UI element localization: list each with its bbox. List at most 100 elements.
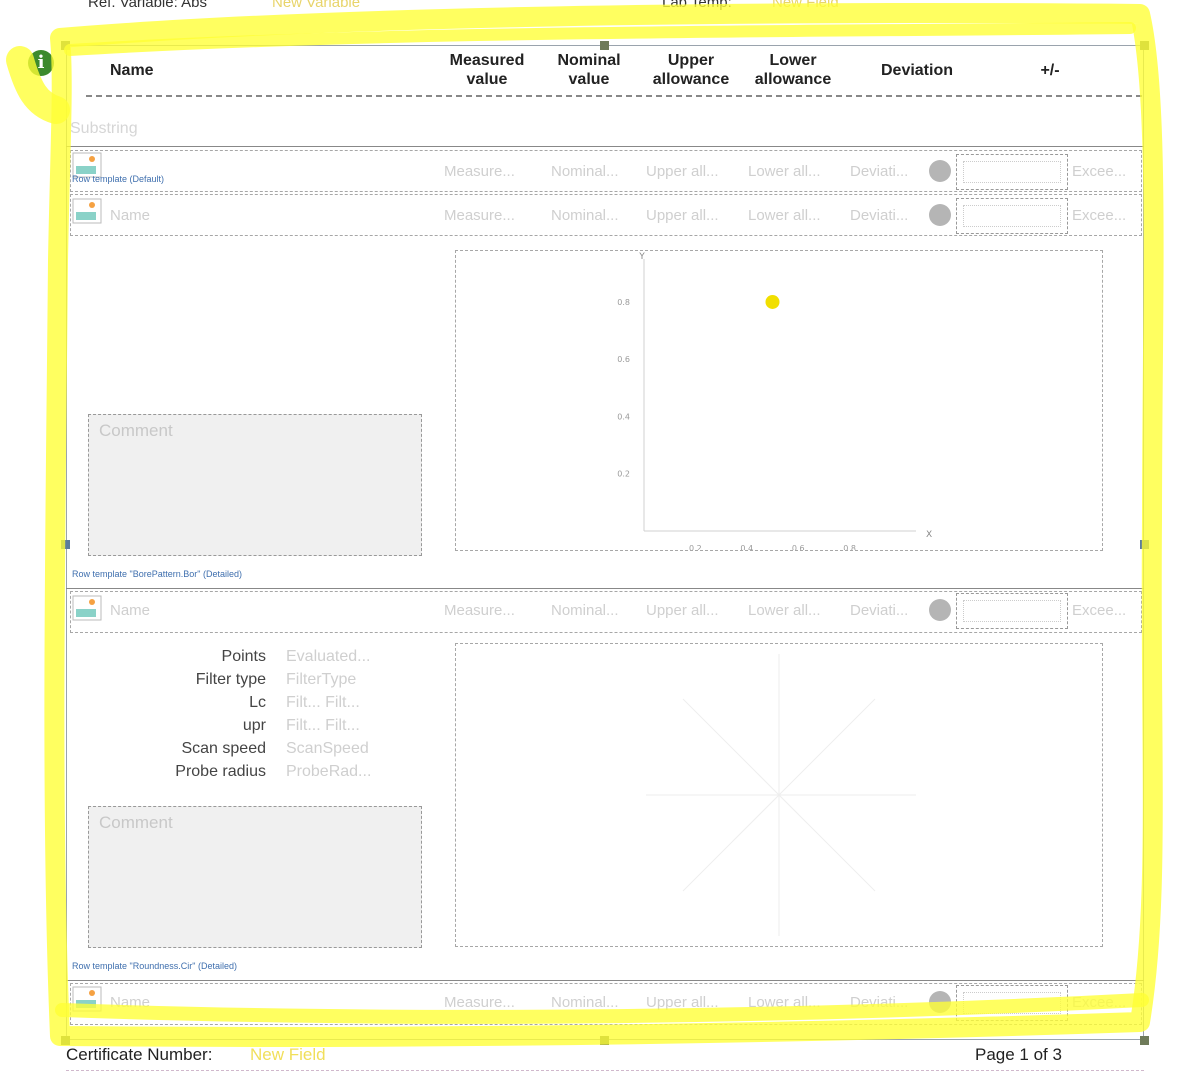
status-indicator [929, 599, 951, 621]
measured-placeholder: Measure... [444, 994, 515, 1011]
tolerance-bar [956, 593, 1068, 629]
comment-box[interactable]: Comment [88, 414, 422, 556]
parameter-row: Filter type FilterType [86, 671, 406, 693]
page-edge-line [66, 1070, 1144, 1071]
row-template-icon [72, 595, 102, 623]
x-tick-label: 0.8 [843, 544, 856, 550]
parameter-value: FilterType [286, 671, 357, 688]
row-template-icon [72, 986, 102, 1014]
roundness-plot-graphic [646, 654, 916, 936]
lower-placeholder: Lower all... [748, 163, 821, 180]
deviation-placeholder: Deviati... [850, 163, 909, 180]
deviation-placeholder: Deviati... [850, 207, 909, 224]
parameter-label: Points [221, 648, 266, 665]
deviation-placeholder: Deviati... [850, 994, 909, 1011]
nominal-placeholder: Nominal... [551, 163, 619, 180]
resize-handle-top-left[interactable] [61, 41, 70, 50]
data-point [765, 294, 780, 309]
certificate-number-label: Certificate Number: [66, 1045, 213, 1064]
parameter-row: Scan speed ScanSpeed [86, 740, 406, 762]
y-tick-label: 0.4 [617, 412, 630, 421]
header-separator [86, 95, 1142, 97]
parameter-label: Lc [249, 694, 266, 711]
parameter-label: upr [242, 717, 266, 734]
parameter-value: Evaluated... [286, 648, 371, 665]
col-header-upper: Upper allowance [652, 52, 730, 88]
lower-placeholder: Lower all... [748, 994, 821, 1011]
ref-variable-label: Ref. Variable: Abs [88, 0, 207, 11]
tolerance-bar [956, 198, 1068, 234]
nominal-placeholder: Nominal... [551, 207, 619, 224]
comment-box[interactable]: Comment [88, 806, 422, 948]
resize-handle-right[interactable] [1140, 540, 1149, 549]
y-tick-label: 0.6 [617, 355, 630, 364]
parameter-value: Filt... Filt... [286, 694, 360, 711]
certificate-number-field[interactable]: New Field [250, 1045, 326, 1065]
exceed-placeholder: Excee... [1072, 994, 1127, 1011]
col-header-lower: Lower allowance [754, 52, 832, 88]
lower-placeholder: Lower all... [748, 602, 821, 619]
row-template-label: Row template "BorePattern.Bor" (Detailed… [72, 569, 242, 579]
y-tick-label: 0.8 [617, 298, 630, 307]
info-icon[interactable]: i [28, 50, 54, 76]
tolerance-bar [956, 985, 1068, 1021]
exceed-placeholder: Excee... [1072, 163, 1127, 180]
parameter-label: Probe radius [175, 763, 266, 780]
lower-placeholder: Lower all... [748, 207, 821, 224]
col-header-measured: Measured value [449, 52, 525, 88]
resize-handle-left[interactable] [61, 540, 70, 549]
tolerance-bar [956, 154, 1068, 190]
status-indicator [929, 204, 951, 226]
measured-placeholder: Measure... [444, 602, 515, 619]
page-number: Page 1 of 3 [975, 1045, 1062, 1064]
upper-placeholder: Upper all... [646, 994, 719, 1011]
nominal-placeholder: Nominal... [551, 994, 619, 1011]
x-tick-label: 0.2 [689, 544, 702, 550]
nominal-placeholder: Nominal... [551, 602, 619, 619]
row-divider [66, 588, 1144, 589]
upper-placeholder: Upper all... [646, 602, 719, 619]
row-divider [66, 980, 1144, 981]
exceed-placeholder: Excee... [1072, 207, 1127, 224]
resize-handle-bottom-right[interactable] [1140, 1036, 1149, 1045]
resize-handle-top-right[interactable] [1140, 41, 1149, 50]
name-placeholder: Name [110, 207, 151, 224]
upper-placeholder: Upper all... [646, 163, 719, 180]
scatter-chart: 0.8 0.6 0.4 0.2 0.2 0.4 0.6 0.8 Y X [455, 250, 1103, 551]
resize-handle-bottom-left[interactable] [61, 1036, 70, 1045]
parameter-label: Scan speed [181, 740, 266, 757]
name-placeholder: Name [110, 602, 151, 619]
deviation-placeholder: Deviati... [850, 602, 909, 619]
row-divider [66, 146, 1144, 147]
ref-variable-value[interactable]: New Variable [272, 0, 360, 11]
exceed-placeholder: Excee... [1072, 602, 1127, 619]
col-header-nominal: Nominal value [557, 52, 621, 88]
row-template-icon [72, 198, 102, 226]
row-template-label: Row template (Default) [72, 174, 165, 184]
parameter-row: Points Evaluated... [86, 648, 406, 670]
lab-temp-label: Lab Temp: [662, 0, 732, 11]
col-header-name: Name [110, 62, 154, 79]
parameter-value: ScanSpeed [286, 740, 369, 757]
parameter-row: Probe radius ProbeRad... [86, 763, 406, 785]
col-header-deviation: Deviation [880, 62, 953, 79]
status-indicator [929, 160, 951, 182]
name-placeholder: Name [110, 994, 151, 1011]
parameter-label: Filter type [195, 671, 266, 688]
status-indicator [929, 991, 951, 1013]
y-axis-label: Y [638, 252, 645, 262]
x-tick-label: 0.6 [792, 544, 805, 550]
measured-placeholder: Measure... [444, 163, 515, 180]
parameter-row: upr Filt... Filt... [86, 717, 406, 739]
row-template-label: Row template "Roundness.Cir" (Detailed) [72, 961, 237, 971]
parameter-value: Filt... Filt... [286, 717, 360, 734]
roundness-plot [455, 643, 1103, 947]
x-axis-label: X [926, 530, 932, 540]
col-header-tolerance: +/- [1040, 62, 1060, 79]
resize-handle-bottom[interactable] [600, 1036, 609, 1045]
upper-placeholder: Upper all... [646, 207, 719, 224]
substring-field[interactable]: Substring [70, 120, 138, 138]
x-tick-label: 0.4 [740, 544, 753, 550]
resize-handle-top[interactable] [600, 41, 609, 50]
lab-temp-value[interactable]: New Field [772, 0, 839, 11]
